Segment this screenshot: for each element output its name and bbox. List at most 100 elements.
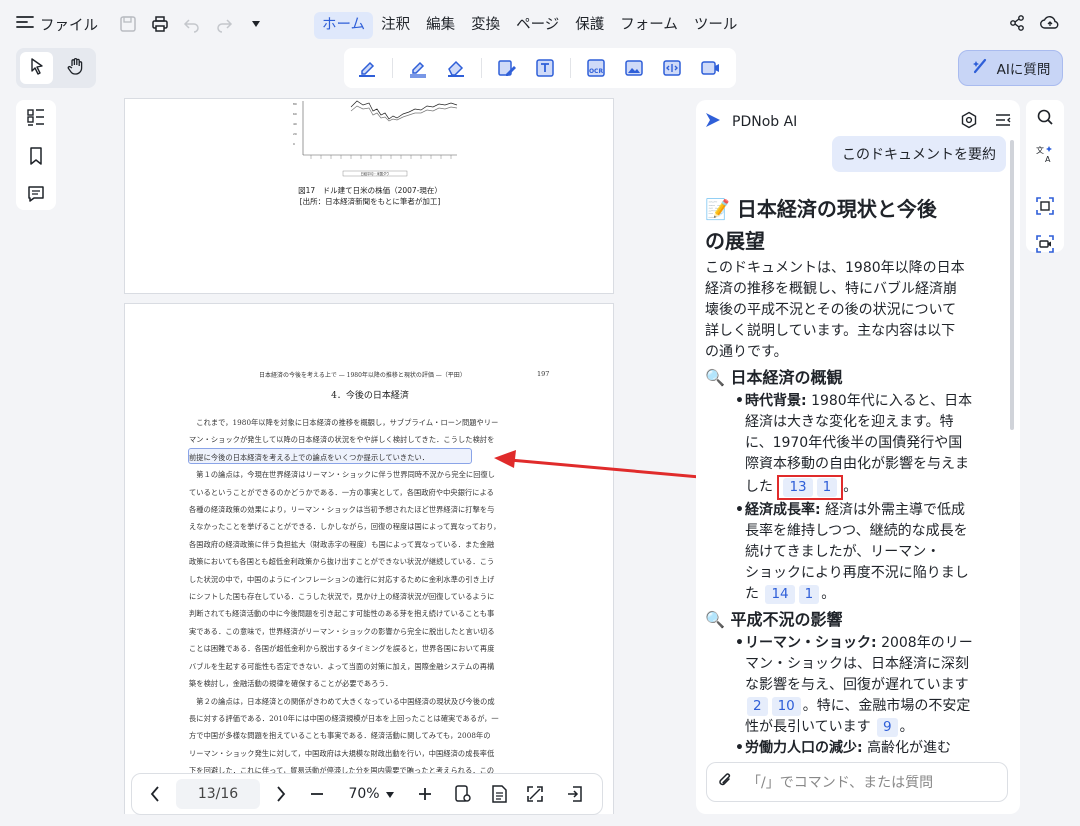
menu-annotate[interactable]: 注釈 (373, 12, 418, 39)
bullet-text: 際資本移動の自由化が影響を与えま (745, 456, 969, 472)
user-message-bubble: このドキュメントを要約 (832, 136, 1006, 172)
summary-bullet: 時代背景: 1980年代に入ると、日本 経済は大きな変化を迎えます。特 に、19… (705, 391, 1005, 500)
zoom-out-button[interactable] (302, 779, 332, 809)
underline-tool-icon[interactable] (405, 55, 431, 81)
ask-ai-button[interactable]: AIに質問 (958, 50, 1063, 86)
document-text-line: これまで，1980年以降を対象に日本経済の推移を概観し，サブプライム・ローン問題… (189, 418, 499, 427)
document-viewer[interactable]: 80 60 40 20 0 日経平均・米国ダウ 図17 ドル建て日米の株価（2007-現… (112, 98, 628, 814)
ai-assistant-panel: PDNob AI このドキュメントを要約 📝 日本経済の現状と今後 の展望 この… (696, 100, 1020, 814)
bullet-text: 。特に、金融市場の不安定 (802, 698, 971, 714)
caret-down-icon (385, 786, 394, 802)
bullet-label: 労働力人口の減少: (745, 740, 863, 756)
response-intro: このドキュメントは、1980年以降の日本 経済の推移を概観し、特にバブル経済崩 … (705, 258, 1005, 363)
redo-icon[interactable] (212, 12, 236, 36)
translate-icon[interactable]: 文A (1035, 144, 1055, 168)
summary-bullet: 経済成長率: 経済は外需主導で低成 長率を維持しつつ、継続的な成長を 続けてきま… (705, 500, 1005, 605)
page-indicator[interactable]: 13/16 (176, 779, 260, 809)
file-menu-label: ファイル (40, 17, 98, 34)
next-page-button[interactable] (266, 779, 296, 809)
figure-source: [出所：日本経済新聞をもとに筆者が加工] (299, 197, 441, 206)
bullet-text: 。 (899, 719, 914, 735)
fullscreen-icon[interactable] (520, 779, 550, 809)
citation-ref[interactable]: 2 (747, 697, 768, 716)
text-box-tool-icon[interactable] (532, 55, 558, 81)
crop-capture-icon[interactable] (1035, 196, 1055, 220)
svg-text:80: 80 (293, 102, 297, 106)
ai-question-input[interactable]: 「/」でコマンド、または質問 (706, 762, 1008, 802)
select-tool-button[interactable] (20, 52, 53, 84)
document-text-line: バブルを生起する可能性も否定できない．よって当面の対策に加え，国際金融システムの… (189, 661, 495, 671)
page-running-header: 日本経済の今後を考える上で — 1980年以降の推移と現状の評価 —（平田） (259, 372, 466, 379)
settings-icon[interactable] (960, 111, 978, 133)
bullet-text: 続けてきましたが、リーマン・ (745, 544, 941, 560)
document-text-line: 前提に今後の日本経済を考える上での論点をいくつか提示していきたい． (189, 452, 430, 462)
page-layout-icon[interactable] (484, 779, 514, 809)
bullet-text: な影響を与え、回復が遅れています (745, 677, 969, 693)
tool-mode-group (16, 48, 96, 88)
citation-ref[interactable]: 1 (816, 478, 838, 497)
document-text-line: した状況の中で，中国のようにインフレーションの進行に対応するために金利水準の引き… (189, 574, 495, 584)
cloud-upload-icon[interactable] (1040, 14, 1060, 36)
summary-bullet: 労働力人口の減少: 高齢化が進む (705, 738, 1005, 759)
collapse-panel-icon[interactable] (994, 111, 1012, 133)
citation-ref[interactable]: 9 (877, 718, 898, 737)
ai-input-placeholder: 「/」でコマンド、または質問 (747, 775, 934, 791)
hand-icon (67, 57, 85, 79)
previous-page-button[interactable] (140, 779, 170, 809)
citation-ref[interactable]: 13 (783, 478, 813, 497)
menu-tools[interactable]: ツール (686, 12, 746, 39)
highlight-tool-icon[interactable] (354, 55, 380, 81)
hamburger-icon (16, 15, 34, 33)
image-tool-icon[interactable] (621, 55, 647, 81)
document-text-line: 第２の論点は，日本経済との関係がきわめて大きくなっている中国経済の現状及び今後の… (189, 696, 495, 706)
right-tool-rail: 文A (1026, 100, 1064, 253)
bullet-text: 高齢化が進む (867, 740, 952, 756)
ocr-tool-icon[interactable]: OCR (583, 55, 609, 81)
document-text-line: 方で中国が多様な問題を抱えていることも事実である．経済活動に関してみても，200… (189, 731, 491, 741)
highlighted-citation: 13 1 (777, 475, 844, 500)
document-text-line: 築を検討し，金融活動の規律を確保することが必要であろう． (189, 679, 393, 689)
bullet-text: 経済は大きな変化を迎えます。特 (745, 414, 954, 430)
menu-page[interactable]: ページ (508, 12, 567, 39)
share-icon[interactable] (1008, 14, 1026, 36)
document-text-line: えなかったことを挙げることができる．しかしながら，回復の程度は国によって異なって… (189, 522, 501, 532)
hand-tool-button[interactable] (59, 52, 92, 84)
svg-text:60: 60 (293, 112, 297, 116)
fit-page-icon[interactable] (448, 779, 478, 809)
print-icon[interactable] (148, 12, 172, 36)
zoom-dropdown[interactable]: 70% (336, 786, 406, 802)
zoom-in-button[interactable] (410, 779, 440, 809)
svg-text:OCR: OCR (589, 68, 604, 75)
comment-icon[interactable] (26, 184, 46, 208)
attachment-icon[interactable] (717, 771, 733, 793)
document-body: これまで，1980年以降を対象に日本経済の推移を概観し，サブプライム・ローン問題… (189, 414, 551, 797)
bullet-text: に、1970年代後半の国債発行や国 (745, 435, 963, 451)
bullet-text: 長率を維持しつつ、継続的な成長を (745, 523, 968, 539)
thumbnails-icon[interactable] (26, 108, 46, 132)
edit-text-tool-icon[interactable] (494, 55, 520, 81)
menu-edit[interactable]: 編集 (418, 12, 463, 39)
search-icon[interactable] (1036, 108, 1054, 130)
bullet-text: マン・ショックは、日本経済に深刻 (745, 656, 969, 672)
page-number: 197 (537, 370, 550, 378)
menu-convert[interactable]: 変換 (463, 12, 508, 39)
eraser-tool-icon[interactable] (443, 55, 469, 81)
exit-view-icon[interactable] (560, 779, 590, 809)
screen-record-tool-icon[interactable] (697, 55, 723, 81)
menu-protect[interactable]: 保護 (567, 12, 612, 39)
undo-icon[interactable] (180, 12, 204, 36)
save-icon[interactable] (116, 12, 140, 36)
screen-capture-icon[interactable] (1035, 234, 1055, 258)
file-menu-button[interactable]: ファイル (16, 14, 98, 35)
menu-home[interactable]: ホーム (314, 12, 374, 39)
ai-panel-scrollbar[interactable] (1010, 140, 1014, 430)
bookmark-icon[interactable] (27, 146, 45, 170)
document-page: 80 60 40 20 0 日経平均・米国ダウ 図17 ドル建て日米の株価（2007-現… (124, 98, 614, 294)
compare-tool-icon[interactable] (659, 55, 685, 81)
quick-access-dropdown-icon[interactable] (244, 12, 268, 36)
chart-legend: 日経平均・米国ダウ (361, 171, 390, 176)
citation-ref[interactable]: 10 (771, 697, 801, 716)
citation-ref[interactable]: 14 (765, 585, 795, 604)
citation-ref[interactable]: 1 (798, 585, 820, 604)
menu-form[interactable]: フォーム (612, 12, 686, 39)
